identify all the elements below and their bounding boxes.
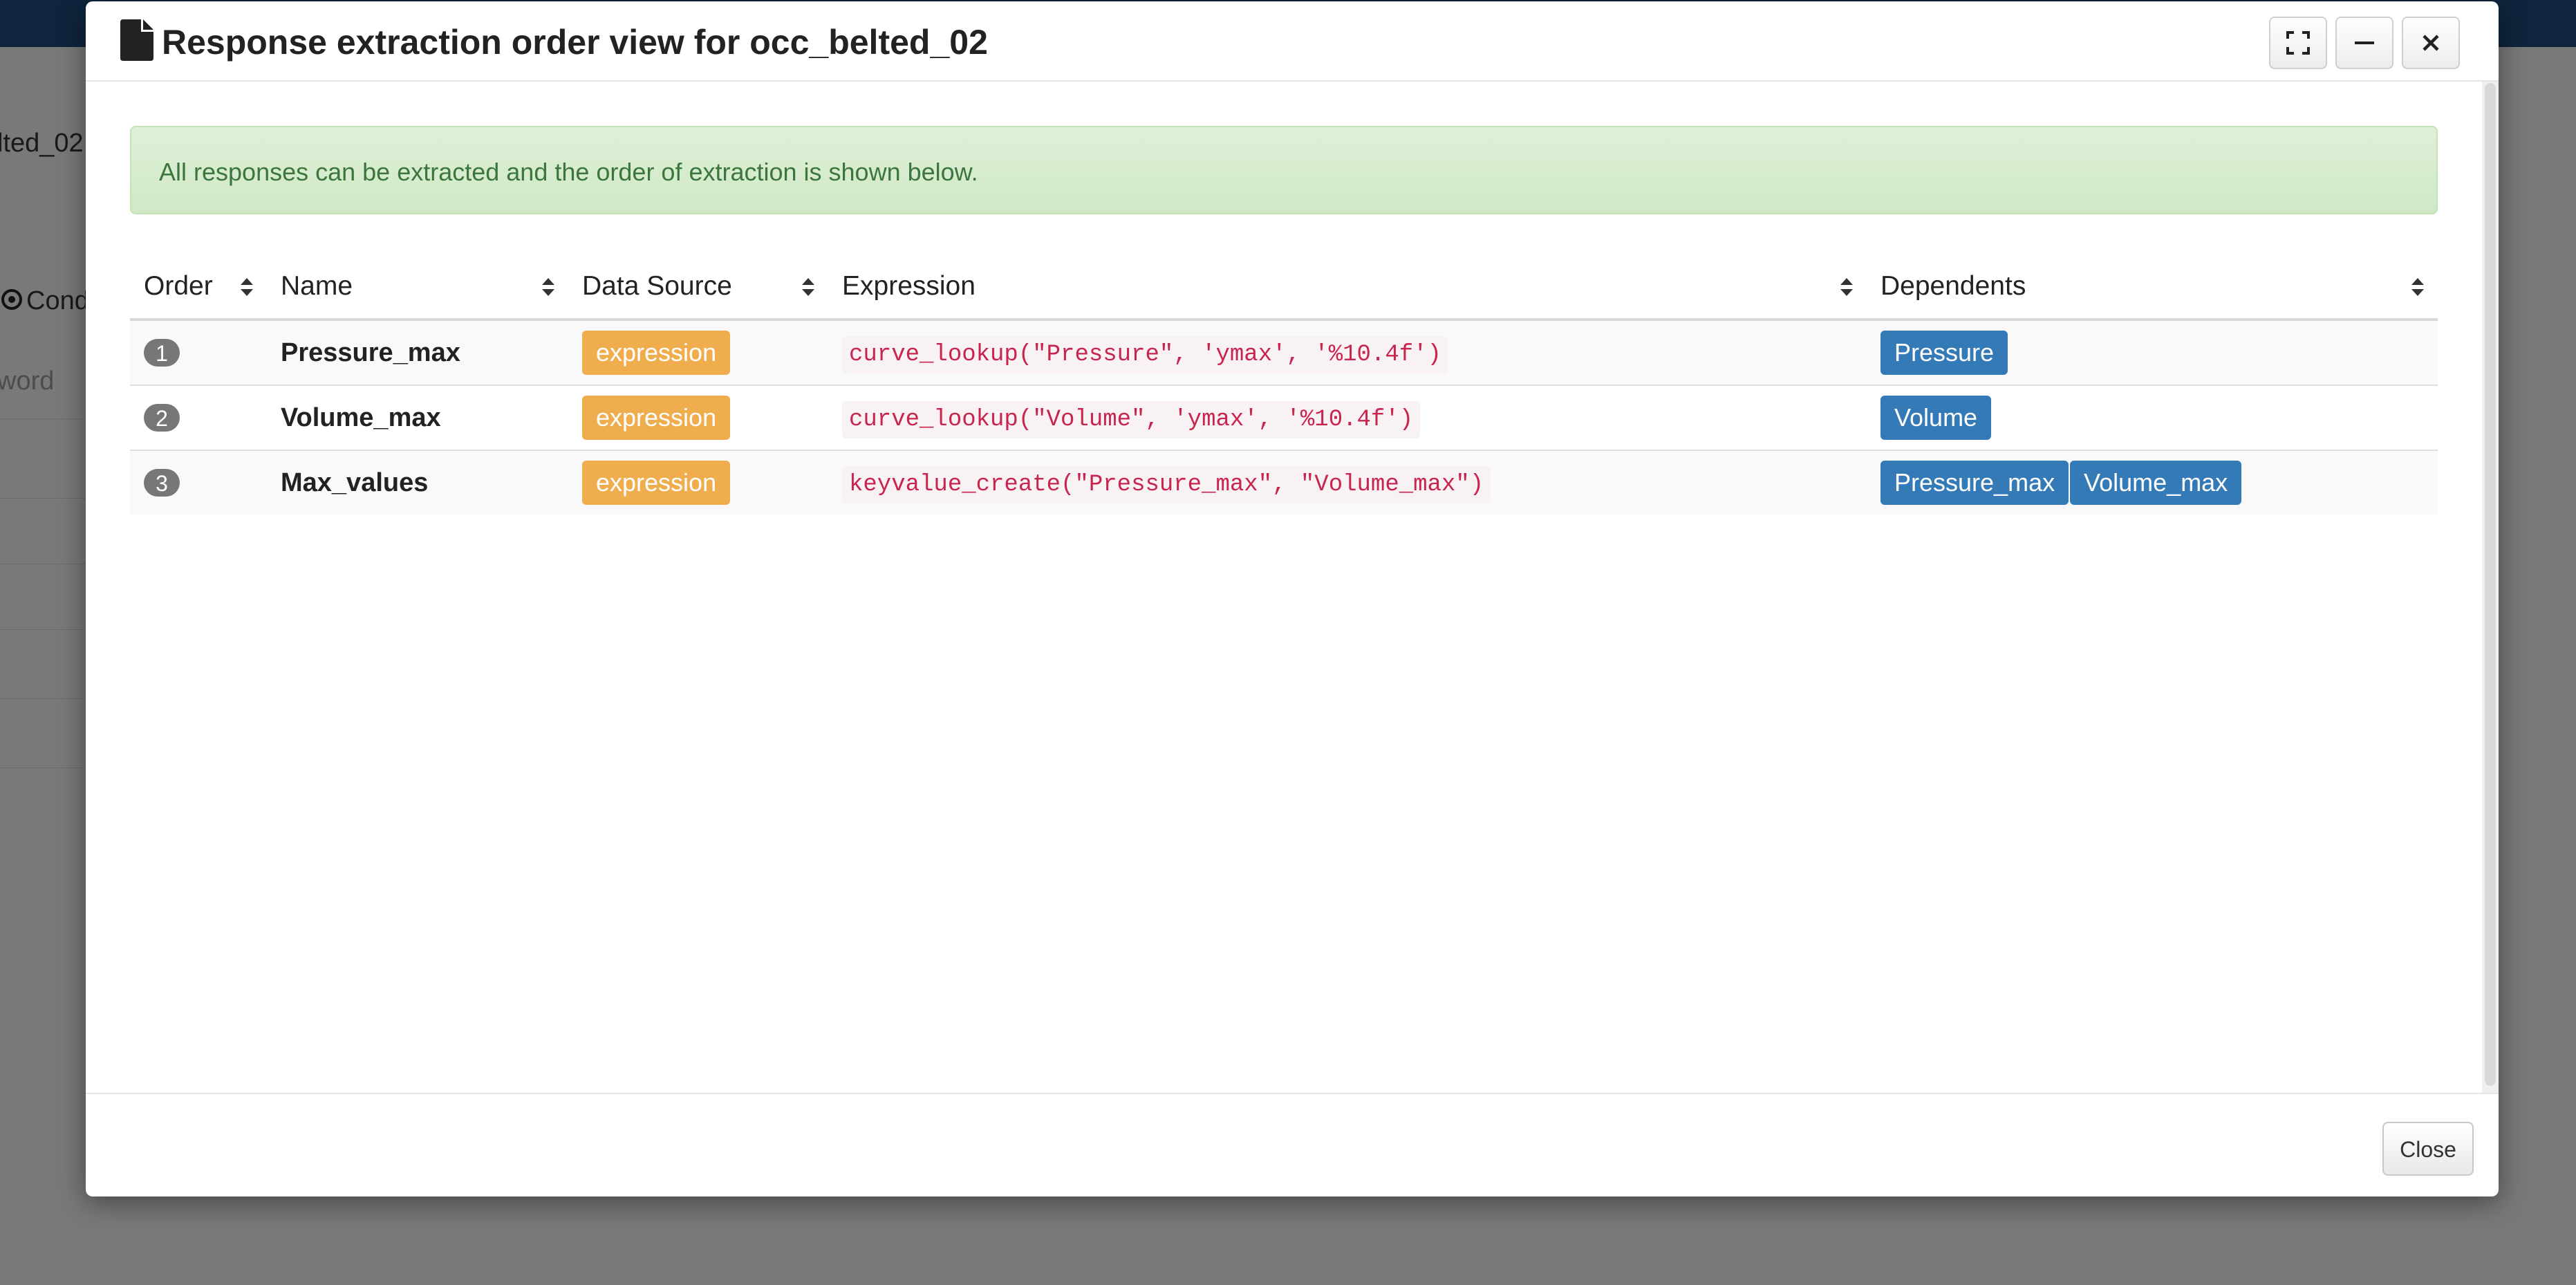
column-header-order[interactable]: Order [130, 255, 267, 321]
column-header-label: Expression [842, 271, 976, 301]
data-source-label: expression [582, 331, 731, 375]
column-header-dependents[interactable]: Dependents [1867, 255, 2438, 321]
sort-icon[interactable] [541, 277, 556, 297]
response-name: Pressure_max [267, 319, 568, 385]
document-icon [120, 19, 153, 61]
sort-icon[interactable] [801, 277, 816, 297]
response-name: Max_values [267, 450, 568, 515]
column-header-label: Order [144, 271, 213, 301]
modal-body[interactable]: All responses can be extracted and the o… [86, 82, 2482, 1093]
expression-code: curve_lookup("Volume", 'ymax', '%10.4f') [842, 401, 1421, 438]
sort-icon[interactable] [1839, 277, 1854, 297]
extraction-order-table: Order Name Data Source Expression Depend… [130, 255, 2438, 515]
dependent-label: Pressure [1880, 331, 2008, 375]
dependent-label: Volume_max [2070, 461, 2242, 505]
data-source-label: expression [582, 396, 731, 440]
order-cell: 1 [130, 319, 267, 385]
close-icon [2423, 35, 2439, 51]
modal-footer: Close [86, 1093, 2499, 1196]
table-header-row: Order Name Data Source Expression Depend… [130, 255, 2438, 321]
dependents-cell: Volume [1867, 385, 2438, 450]
maximize-button[interactable] [2269, 17, 2327, 69]
expression-cell: curve_lookup("Pressure", 'ymax', '%10.4f… [828, 319, 1867, 385]
data-source-label: expression [582, 461, 731, 505]
data-source-cell: expression [568, 385, 828, 450]
expression-cell: keyvalue_create("Pressure_max", "Volume_… [828, 450, 1867, 515]
column-header-label: Name [281, 271, 353, 301]
column-header-expression[interactable]: Expression [828, 255, 1867, 321]
column-header-data-source[interactable]: Data Source [568, 255, 828, 321]
close-button[interactable]: Close [2382, 1122, 2474, 1176]
minimize-button[interactable] [2335, 17, 2393, 69]
sort-icon[interactable] [2410, 277, 2425, 297]
sort-icon[interactable] [239, 277, 254, 297]
minimize-icon [2355, 41, 2374, 44]
data-source-cell: expression [568, 450, 828, 515]
order-cell: 2 [130, 385, 267, 450]
column-header-label: Dependents [1880, 271, 2026, 301]
success-alert: All responses can be extracted and the o… [130, 126, 2438, 214]
fullscreen-icon [2286, 31, 2310, 55]
data-source-cell: expression [568, 319, 828, 385]
response-extraction-modal: Response extraction order view for occ_b… [86, 1, 2499, 1196]
order-badge: 2 [144, 403, 180, 432]
modal-scrollbar-thumb[interactable] [2485, 83, 2496, 1086]
dependent-label: Pressure_max [1880, 461, 2069, 505]
expression-code: keyvalue_create("Pressure_max", "Volume_… [842, 466, 1491, 503]
order-badge: 1 [144, 338, 180, 367]
table-row[interactable]: 3 Max_values expression keyvalue_create(… [130, 450, 2438, 515]
modal-header: Response extraction order view for occ_b… [86, 1, 2499, 82]
order-cell: 3 [130, 450, 267, 515]
order-badge: 3 [144, 468, 180, 497]
expression-cell: curve_lookup("Volume", 'ymax', '%10.4f') [828, 385, 1867, 450]
close-x-button[interactable] [2402, 17, 2460, 69]
dependents-cell: Pressure [1867, 319, 2438, 385]
response-name: Volume_max [267, 385, 568, 450]
expression-code: curve_lookup("Pressure", 'ymax', '%10.4f… [842, 336, 1448, 373]
alert-text: All responses can be extracted and the o… [159, 158, 978, 186]
dependents-cell: Pressure_max Volume_max [1867, 450, 2438, 515]
column-header-name[interactable]: Name [267, 255, 568, 321]
table-row[interactable]: 1 Pressure_max expression curve_lookup("… [130, 319, 2438, 385]
table-row[interactable]: 2 Volume_max expression curve_lookup("Vo… [130, 385, 2438, 450]
dependent-label: Volume [1880, 396, 1992, 440]
column-header-label: Data Source [582, 271, 732, 301]
modal-title: Response extraction order view for occ_b… [162, 23, 988, 62]
